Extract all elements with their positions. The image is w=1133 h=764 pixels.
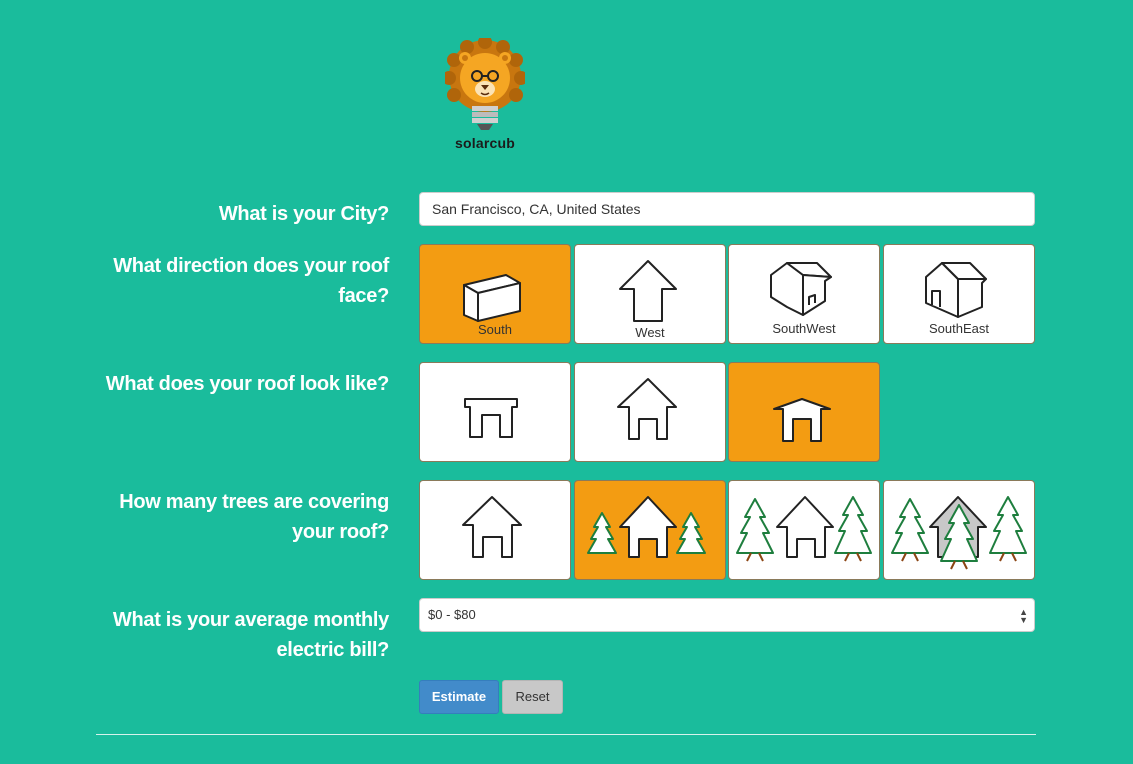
direction-label-south: South (478, 322, 512, 337)
city-question: What is your City? (69, 199, 389, 229)
flat-roof-icon (464, 398, 518, 438)
bill-select-value: $0 - $80 (428, 607, 476, 622)
select-arrows-icon: ▲ ▼ (1019, 607, 1028, 625)
bill-question: What is your average monthly electric bi… (69, 605, 389, 665)
trees-option-none[interactable] (419, 480, 571, 580)
roof-option-flat[interactable] (419, 362, 571, 462)
trees-question-line1: How many trees are covering (119, 491, 389, 513)
logo-text: solarcub (455, 135, 515, 151)
city-question-text: What is your City? (218, 203, 389, 225)
pitched-roof-icon (617, 378, 677, 440)
divider (96, 734, 1036, 735)
trees-option-some[interactable] (728, 480, 880, 580)
reset-button[interactable]: Reset (502, 680, 563, 714)
direction-option-west[interactable]: West (574, 244, 726, 344)
direction-question: What direction does your roof face? (69, 251, 389, 311)
bill-question-line1: What is your average monthly (112, 609, 389, 631)
lion-lightbulb-icon (445, 38, 525, 130)
trees-option-many[interactable] (883, 480, 1035, 580)
direction-question-line1: What direction does your roof (113, 255, 389, 277)
few-trees-icon (587, 496, 706, 558)
trees-question-line2: your roof? (292, 521, 389, 543)
estimate-button[interactable]: Estimate (419, 680, 499, 714)
roof-question: What does your roof look like? (69, 369, 390, 399)
direction-label-southwest: SouthWest (772, 321, 836, 336)
direction-question-line2: face? (338, 285, 389, 307)
logo: solarcub (440, 38, 530, 151)
direction-option-southwest[interactable]: SouthWest (728, 244, 880, 344)
many-trees-icon (891, 496, 1027, 570)
bill-question-line2: electric bill? (276, 639, 389, 661)
no-trees-icon (462, 496, 522, 558)
roof-option-low-pitched[interactable] (728, 362, 880, 462)
direction-label-west: West (635, 325, 665, 340)
direction-option-south[interactable]: South (419, 244, 571, 344)
low-pitched-roof-icon (773, 398, 831, 442)
roof-question-text: What does your roof look like? (105, 373, 390, 395)
direction-label-southeast: SouthEast (929, 321, 989, 336)
direction-option-southeast[interactable]: SouthEast (883, 244, 1035, 344)
bill-select[interactable]: $0 - $80 ▲ ▼ (419, 598, 1035, 632)
trees-option-few[interactable] (574, 480, 726, 580)
roof-option-pitched[interactable] (574, 362, 726, 462)
some-trees-icon (736, 496, 872, 562)
city-input[interactable] (419, 192, 1035, 226)
trees-question: How many trees are covering your roof? (69, 487, 389, 547)
